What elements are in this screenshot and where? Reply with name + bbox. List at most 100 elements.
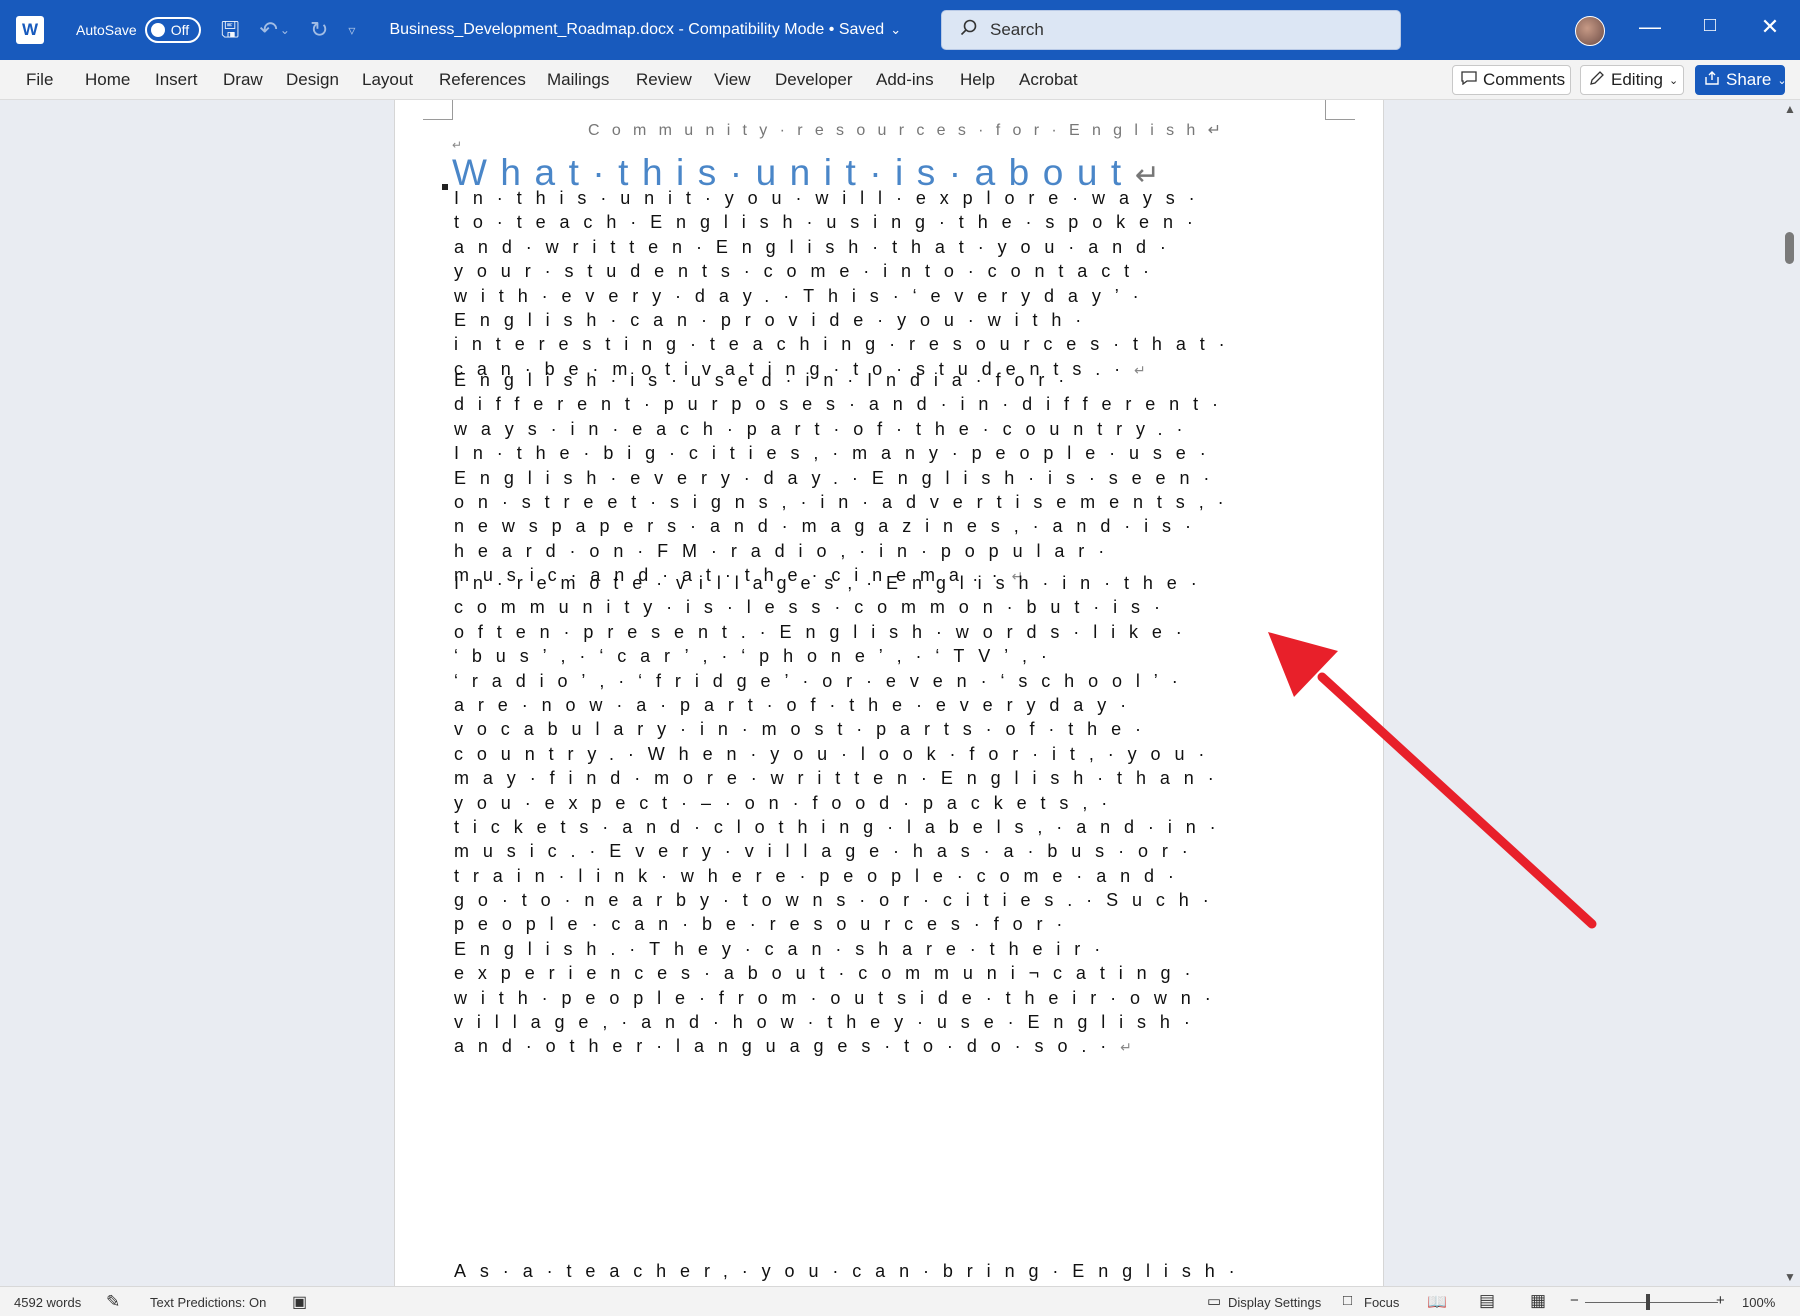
paragraph-line: and·other·languages·to·do·so.·↵ [454,1036,1132,1057]
paragraph-line: people·can·be·resources·for· [454,914,1077,935]
paragraph-line: often·present.·English·words·like· [454,621,1196,642]
tab-references[interactable]: References [439,70,526,90]
focus-button[interactable]: Focus [1364,1295,1399,1310]
title-bar: W AutoSave Off 🖫 ↶ ⌄ ↻ ▿ Business_Develo… [0,0,1800,60]
tab-mailings[interactable]: Mailings [547,70,609,90]
zoom-level[interactable]: 100% [1742,1295,1775,1310]
tab-acrobat[interactable]: Acrobat [1019,70,1078,90]
paragraph-line: with·every·day.·This·‘everyday’· [454,285,1153,306]
body-paragraph[interactable]: English·is·used·in·India·for· different·p… [454,368,1334,588]
paragraph-line: village,·and·how·they·use·English· [454,1012,1204,1033]
paragraph-line: you·expect·–·on·food·packets,· [454,792,1122,813]
document-page[interactable]: Community·resources·for·English↵ ↵ What·… [394,100,1384,1316]
redo-icon[interactable]: ↻ [310,19,328,41]
document-title[interactable]: Business_Development_Roadmap.docx - Comp… [389,21,884,39]
paragraph-line: go·to·nearby·towns·or·cities.·Such· [454,890,1223,911]
customize-quick-access-icon[interactable]: ▿ [348,23,355,37]
paragraph-line: are·now·a·part·of·the·everyday· [454,694,1140,715]
vertical-scrollbar[interactable]: ▲ ▼ [1780,100,1800,1286]
comment-icon [1461,70,1477,90]
word-icon[interactable]: W [16,16,44,44]
search-placeholder: Search [990,20,1044,39]
paragraph-line: English·is·used·in·India·for· [454,370,1079,390]
tab-add-ins[interactable]: Add-ins [876,70,934,90]
scroll-down-icon[interactable]: ▼ [1784,1270,1796,1284]
share-label: Share [1726,70,1772,89]
minimize-icon[interactable]: — [1630,14,1670,40]
tab-home[interactable]: Home [85,70,130,90]
paragraph-line: community·is·less·common·but·is· [454,597,1174,618]
share-button[interactable]: Share ⌄ [1695,65,1787,95]
autosave-toggle[interactable]: Off [144,17,201,43]
paragraph-mark: ↵ [452,138,463,152]
tab-review[interactable]: Review [636,70,692,90]
body-paragraph[interactable]: In·remote·villages,·English·in·the· commu… [454,571,1334,1059]
web-layout-icon[interactable]: ▦ [1530,1291,1546,1311]
tab-design[interactable]: Design [286,70,339,90]
word-count[interactable]: 4592 words [14,1295,81,1310]
proofing-icon[interactable]: ✎ [106,1292,120,1312]
tab-file[interactable]: File [26,70,53,90]
paragraph-line: music.·Every·village·has·a·bus·or· [454,841,1202,862]
scroll-up-icon[interactable]: ▲ [1784,102,1796,116]
tab-help[interactable]: Help [960,70,995,90]
zoom-out-button[interactable]: − [1570,1292,1579,1309]
paragraph-line: ‘radio’,·‘fridge’·or·even·‘school’· [454,670,1192,691]
page-header[interactable]: Community·resources·for·English↵ [588,120,1233,140]
search-input[interactable]: Search [941,10,1401,50]
scrollbar-thumb[interactable] [1785,232,1794,264]
paragraph-line: and·written·English·that·you·and· [454,236,1180,257]
focus-icon: □ [1343,1292,1353,1309]
paragraph-mark: ↵ [1120,1039,1132,1056]
paragraph-line: different·purposes·and·in·different· [454,394,1232,415]
paragraph-line: with·people·from·outside·their·own· [454,987,1225,1008]
paragraph-format-marker [442,184,448,190]
editing-mode-button[interactable]: Editing ⌄ [1580,65,1684,95]
paragraph-line: interesting·teaching·resources·that· [454,334,1239,355]
chevron-down-icon: ⌄ [1668,74,1679,87]
paragraph-line: In·the·big·cities,·many·people·use· [454,443,1220,464]
paragraph-line: ‘bus’,·‘car’,·‘phone’,·‘TV’,· [454,646,1061,667]
zoom-slider[interactable] [1585,1302,1718,1303]
paragraph-line: tickets·and·clothing·labels,·and·in· [454,816,1230,837]
undo-icon[interactable]: ↶ [259,19,277,41]
paragraph-line: ways·in·each·part·of·the·country.· [454,418,1197,439]
paragraph-line: your·students·come·into·contact· [454,261,1163,282]
paragraph-line: heard·on·FM·radio,·in·popular· [454,540,1119,561]
status-bar: 4592 words ✎ Text Predictions: On ▣ ▭ Di… [0,1286,1800,1316]
print-layout-icon[interactable]: ▤ [1479,1291,1495,1311]
undo-dropdown-icon[interactable]: ⌄ [280,24,290,36]
display-settings-icon: ▭ [1207,1293,1222,1310]
tab-layout[interactable]: Layout [362,70,413,90]
body-paragraph[interactable]: In·this·unit·you·will·explore·ways· to·te… [454,186,1334,381]
accessibility-icon[interactable]: ▣ [292,1292,307,1312]
tab-insert[interactable]: Insert [155,70,198,90]
comments-button[interactable]: Comments [1452,65,1571,95]
tab-developer[interactable]: Developer [775,70,853,90]
avatar[interactable] [1575,16,1605,46]
paragraph-line: English·can·provide·you·with· [454,309,1096,330]
autosave-label: AutoSave [76,22,137,38]
paragraph-line: vocabulary·in·most·parts·of·the· [454,719,1155,740]
paragraph-line: to·teach·English·using·the·spoken· [454,212,1207,233]
paragraph-line: As·a·teacher,·you·can·bring·English· [454,1261,1249,1281]
save-icon[interactable]: 🖫 [221,19,240,41]
zoom-in-button[interactable]: + [1716,1292,1725,1309]
tab-draw[interactable]: Draw [223,70,263,90]
chevron-down-icon[interactable]: ⌄ [890,22,901,38]
paragraph-line: train·link·where·people·come·and· [454,865,1188,886]
tab-view[interactable]: View [714,70,751,90]
paragraph-line: experiences·about·communi¬cating· [454,963,1205,984]
paragraph-line: newspapers·and·magazines,·and·is· [454,516,1205,537]
comments-label: Comments [1483,70,1566,89]
toggle-knob-icon [150,23,165,37]
maximize-icon[interactable]: □ [1690,14,1730,37]
crop-mark-top-right [1325,100,1355,120]
pencil-icon [1589,70,1605,91]
read-mode-icon[interactable]: 📖 [1427,1292,1447,1312]
paragraph-line: In·this·unit·you·will·explore·ways· [454,188,1209,208]
display-settings-button[interactable]: Display Settings [1228,1295,1321,1310]
zoom-slider-thumb[interactable] [1646,1294,1650,1310]
text-predictions-status[interactable]: Text Predictions: On [150,1295,266,1310]
close-icon[interactable]: ✕ [1750,14,1790,40]
